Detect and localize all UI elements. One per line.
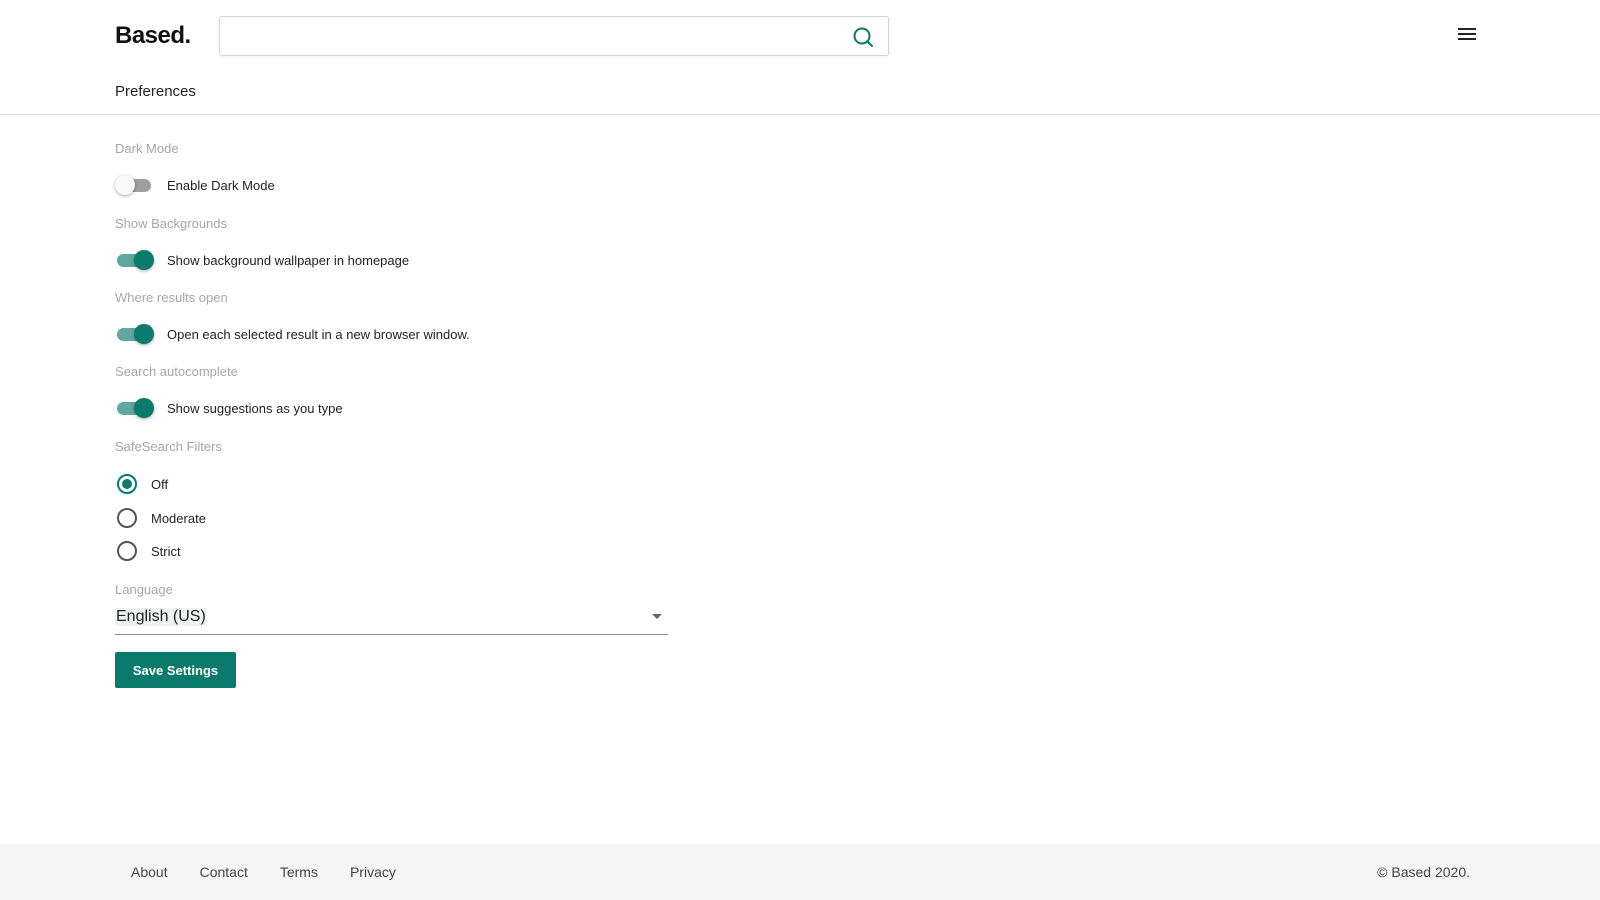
safesearch-option-moderate[interactable]: Moderate <box>115 506 206 530</box>
language-select[interactable]: English (US) <box>115 600 668 635</box>
autocomplete-label: Show suggestions as you type <box>167 400 343 416</box>
footer-links: About Contact Terms Privacy <box>131 864 428 880</box>
page-title: Preferences <box>115 83 196 100</box>
results-open-setting: Open each selected result in a new brows… <box>115 323 470 345</box>
safesearch-section-label: SafeSearch Filters <box>115 439 222 454</box>
radio-label: Off <box>151 476 169 492</box>
backgrounds-toggle[interactable] <box>115 249 154 271</box>
results-open-toggle[interactable] <box>115 323 154 345</box>
save-settings-button[interactable]: Save Settings <box>115 652 236 688</box>
dark-mode-setting: Enable Dark Mode <box>115 174 275 196</box>
safesearch-option-strict[interactable]: Strict <box>115 539 181 563</box>
toggle-thumb <box>134 398 154 418</box>
logo[interactable]: Based. <box>115 22 191 50</box>
footer-link-contact[interactable]: Contact <box>200 864 248 880</box>
radio-button[interactable] <box>117 508 137 528</box>
search-icon[interactable] <box>852 26 874 48</box>
results-open-label: Open each selected result in a new brows… <box>167 326 470 342</box>
toggle-thumb <box>134 250 154 270</box>
safesearch-option-off[interactable]: Off <box>115 472 168 496</box>
footer-link-terms[interactable]: Terms <box>280 864 318 880</box>
footer: About Contact Terms Privacy © Based 2020… <box>0 844 1600 900</box>
search-box[interactable] <box>219 16 889 56</box>
radio-label: Strict <box>151 543 181 559</box>
toggle-thumb <box>134 324 154 344</box>
autocomplete-section-label: Search autocomplete <box>115 364 238 379</box>
search-input[interactable] <box>220 17 830 55</box>
radio-button[interactable] <box>117 541 137 561</box>
language-section-label: Language <box>115 582 173 597</box>
caret-down-icon <box>652 614 662 619</box>
footer-link-about[interactable]: About <box>131 864 168 880</box>
autocomplete-setting: Show suggestions as you type <box>115 397 343 419</box>
backgrounds-section-label: Show Backgrounds <box>115 216 228 231</box>
dark-mode-section-label: Dark Mode <box>115 141 179 156</box>
hamburger-menu-icon[interactable] <box>1456 25 1478 43</box>
copyright: © Based 2020. <box>1377 864 1470 880</box>
footer-link-privacy[interactable]: Privacy <box>350 864 396 880</box>
backgrounds-setting: Show background wallpaper in homepage <box>115 249 409 271</box>
dark-mode-toggle[interactable] <box>115 174 153 196</box>
header: Based. Preferences <box>0 0 1600 115</box>
radio-label: Moderate <box>151 510 206 526</box>
backgrounds-label: Show background wallpaper in homepage <box>167 252 410 268</box>
toggle-thumb <box>115 175 135 195</box>
radio-button[interactable] <box>117 474 137 494</box>
dark-mode-label: Enable Dark Mode <box>167 177 275 193</box>
language-selected-value: English (US) <box>115 608 207 626</box>
autocomplete-toggle[interactable] <box>115 397 154 419</box>
results-open-section-label: Where results open <box>115 290 228 305</box>
